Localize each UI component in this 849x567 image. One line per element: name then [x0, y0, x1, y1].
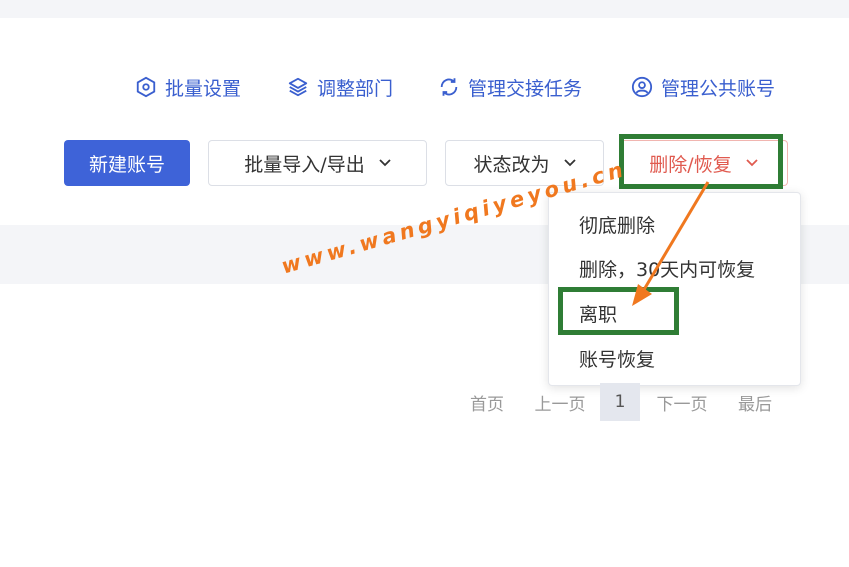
delete-restore-button[interactable]: 删除/恢复 [620, 140, 788, 186]
manage-public-account-link[interactable]: 管理公共账号 [631, 72, 775, 102]
change-status-label: 状态改为 [473, 153, 550, 176]
pagination-next[interactable]: 下一页 [648, 383, 716, 421]
pagination: 首页 上一页 1 下一页 最后 [0, 383, 849, 421]
manage-public-account-label: 管理公共账号 [661, 77, 776, 100]
batch-import-export-label: 批量导入/导出 [244, 153, 365, 176]
manage-handover-label: 管理交接任务 [468, 77, 583, 100]
batch-import-export-button[interactable]: 批量导入/导出 [208, 140, 427, 186]
adjust-department-label: 调整部门 [317, 77, 394, 100]
dropdown-item-account-restore[interactable]: 账号恢复 [579, 343, 655, 373]
dropdown-item-resign[interactable]: 离职 [579, 298, 617, 328]
chevron-down-icon [563, 159, 576, 167]
new-account-button[interactable]: 新建账号 [64, 140, 190, 186]
batch-settings-label: 批量设置 [165, 77, 242, 100]
delete-restore-label: 删除/恢复 [649, 153, 732, 176]
top-strip [0, 0, 849, 18]
dropdown-item-delete-30-days[interactable]: 删除，30天内可恢复 [579, 253, 755, 283]
pagination-first[interactable]: 首页 [462, 383, 512, 421]
pagination-prev[interactable]: 上一页 [526, 383, 594, 421]
chevron-down-icon [379, 159, 391, 167]
delete-restore-dropdown: 彻底删除 删除，30天内可恢复 离职 账号恢复 [548, 192, 801, 386]
chevron-down-icon [746, 159, 758, 167]
layers-icon [288, 77, 308, 97]
batch-settings-link[interactable]: 批量设置 [135, 72, 241, 102]
user-circle-icon [631, 76, 653, 98]
refresh-icon [440, 78, 458, 96]
adjust-department-link[interactable]: 调整部门 [287, 72, 393, 102]
dropdown-item-permanent-delete[interactable]: 彻底删除 [579, 209, 655, 239]
page: 批量设置 调整部门 管理交接任务 管理公共账号 新建账号 批量导入/导出 状态改… [0, 0, 849, 567]
pagination-last[interactable]: 最后 [730, 383, 780, 421]
hexagon-settings-icon [136, 76, 156, 98]
pagination-current-page[interactable]: 1 [600, 383, 640, 421]
manage-handover-link[interactable]: 管理交接任务 [438, 72, 582, 102]
toolbar-links: 批量设置 调整部门 管理交接任务 管理公共账号 [0, 72, 849, 102]
